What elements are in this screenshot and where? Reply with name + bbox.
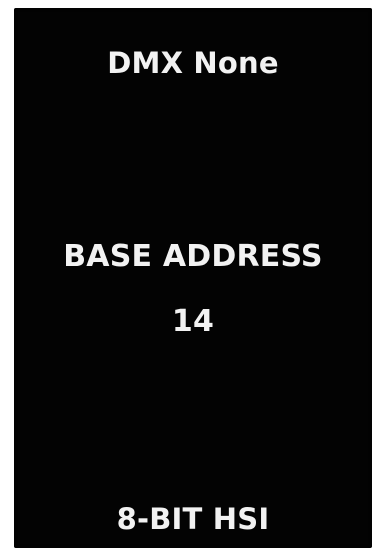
dmx-status-text: DMX None <box>107 46 279 80</box>
lcd-screen: DMX None BASE ADDRESS 14 8-BIT HSI <box>14 8 372 548</box>
base-address-heading: BASE ADDRESS <box>63 239 323 274</box>
base-address-value: 14 <box>171 304 215 339</box>
color-mode-text: 8-BIT HSI <box>116 502 270 536</box>
device-bezel: DMX None BASE ADDRESS 14 8-BIT HSI <box>0 0 387 555</box>
